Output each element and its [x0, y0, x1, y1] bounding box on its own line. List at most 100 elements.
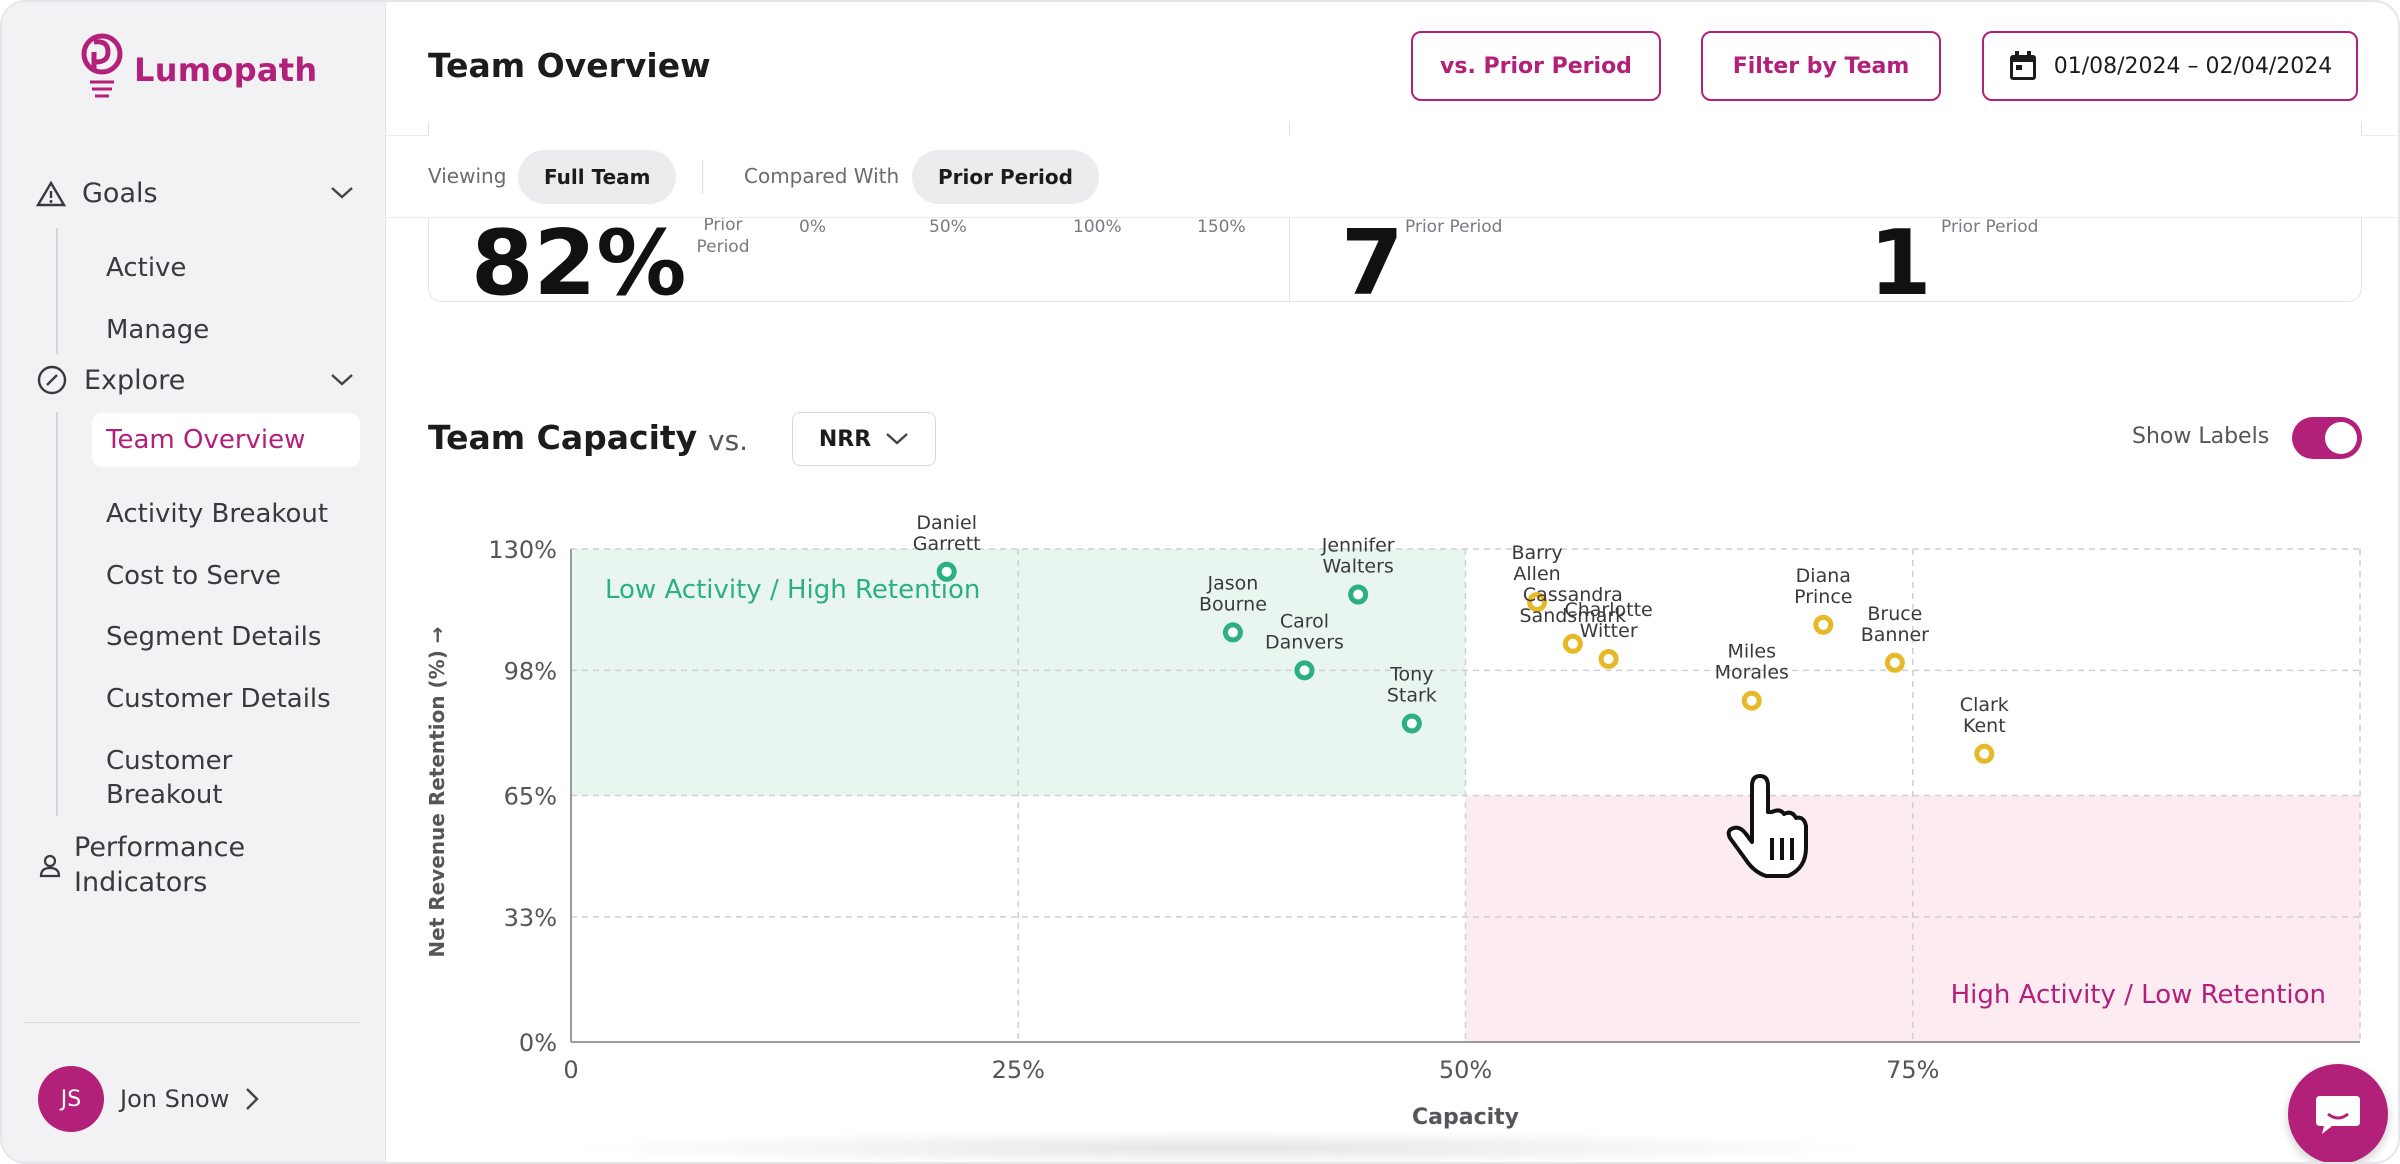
point-label-first: Bruce — [1867, 603, 1922, 625]
logo[interactable]: Lumopath — [80, 30, 317, 110]
user-menu[interactable]: JS Jon Snow — [38, 1066, 260, 1132]
comparison-bar: Viewing Full Team Compared With Prior Pe… — [386, 136, 2398, 218]
y-tick-label: 33% — [504, 904, 557, 932]
nav-section-label: Performance Indicators — [74, 832, 246, 898]
compared-with-pill[interactable]: Prior Period — [912, 150, 1099, 204]
bulb-logo-icon — [81, 33, 123, 98]
point-label-last: Sandsmark — [1520, 605, 1627, 627]
card1-tick: 150% — [1197, 217, 1246, 237]
show-labels-toggle[interactable] — [2292, 417, 2362, 459]
nav-tree-line — [56, 412, 58, 816]
stat-value-clipped: 1 — [1869, 211, 1932, 316]
logo-text: Lumopath — [134, 51, 318, 89]
point-label-first: Cassandra — [1523, 584, 1623, 606]
stat-value-clipped: 7 — [1341, 211, 1404, 316]
date-range-button[interactable]: 01/08/2024 – 02/04/2024 — [1982, 31, 2358, 101]
scatter-point — [1741, 690, 1762, 711]
compass-icon — [37, 365, 67, 395]
quadrant-label: Low Activity / High Retention — [605, 575, 980, 605]
sidebar: Lumopath Goals Active Manage Explore Tea… — [2, 2, 386, 1162]
metric-select-value: NRR — [818, 426, 872, 452]
scatter-point — [1294, 660, 1315, 681]
scatter-point — [1598, 648, 1619, 669]
nav-section-performance[interactable]: Performance Indicators — [36, 830, 354, 900]
chevron-right-icon — [246, 1088, 260, 1110]
viewing-pill[interactable]: Full Team — [518, 150, 677, 204]
person-icon — [39, 854, 61, 878]
chat-launcher-button[interactable] — [2288, 1064, 2388, 1162]
user-name: Jon Snow — [120, 1085, 230, 1113]
point-label-first: Diana — [1796, 565, 1851, 587]
point-label-first: Miles — [1727, 641, 1776, 663]
y-tick-label: 0% — [519, 1029, 557, 1057]
point-label-first: Clark — [1960, 694, 2009, 716]
app-window: Lumopath Goals Active Manage Explore Tea… — [0, 0, 2400, 1164]
quadrant-high-activity-low-retention — [1465, 795, 2360, 1042]
chevron-down-icon — [330, 368, 354, 393]
point-label-last: Garrett — [913, 533, 981, 555]
card1-prior-label: Prior Period — [696, 215, 750, 257]
stat-value-clipped: 82% — [471, 211, 687, 316]
sidebar-divider — [24, 1022, 360, 1023]
calendar-icon — [2009, 51, 2036, 80]
metric-select[interactable]: NRR — [792, 412, 936, 466]
point-label-first: Carol — [1280, 610, 1329, 632]
point-label-first: Charlotte — [1564, 599, 1652, 621]
point-label-first: Barry — [1511, 542, 1562, 564]
chevron-down-icon — [330, 181, 354, 206]
nav-item-cost-to-serve[interactable]: Cost to Serve — [92, 549, 360, 603]
hand-cursor-icon — [1726, 774, 1808, 878]
avatar: JS — [38, 1066, 104, 1132]
y-axis-label: Net Revenue Retention (%) → — [425, 626, 449, 957]
point-label-last: Danvers — [1265, 631, 1344, 653]
vs-prior-period-button[interactable]: vs. Prior Period — [1411, 31, 1661, 101]
scatter-point — [936, 561, 957, 582]
point-label-first: Jason — [1207, 572, 1259, 594]
card1-tick: 100% — [1073, 217, 1122, 237]
nav-item-active[interactable]: Active — [92, 241, 360, 295]
x-tick-label: 0 — [563, 1056, 578, 1084]
point-label-last: Bourne — [1199, 593, 1267, 615]
nav-item-segment-details[interactable]: Segment Details — [92, 610, 360, 664]
point-label-last: Stark — [1387, 684, 1437, 706]
nav-item-team-overview[interactable]: Team Overview — [92, 413, 360, 467]
point-label-last: Walters — [1322, 556, 1393, 578]
scatter-point — [1527, 592, 1548, 613]
point-label-first: Daniel — [916, 512, 977, 534]
nav-section-explore[interactable]: Explore — [36, 364, 354, 396]
card2-prior-label: Prior Period — [1405, 217, 1503, 237]
nav-tree-line — [56, 228, 58, 354]
nav-section-label: Explore — [84, 364, 186, 396]
filter-by-team-button[interactable]: Filter by Team — [1701, 31, 1941, 101]
page-title: Team Overview — [428, 46, 711, 85]
x-tick-label: 25% — [992, 1056, 1045, 1084]
point-label-last: Allen — [1513, 563, 1560, 585]
toggle-knob — [2325, 422, 2357, 454]
team-capacity-title: Team Capacity — [428, 418, 698, 457]
nav-section-label: Goals — [82, 178, 158, 209]
scatter-point — [1401, 713, 1422, 734]
point-label-first: Jennifer — [1321, 535, 1395, 557]
viewing-label: Viewing — [428, 164, 507, 188]
quadrant-label: High Activity / Low Retention — [1951, 980, 2326, 1010]
nav-item-customer-breakout[interactable]: Customer Breakout — [92, 734, 292, 822]
nav-section-goals[interactable]: Goals — [36, 178, 354, 209]
nav-item-customer-details[interactable]: Customer Details — [92, 672, 360, 726]
date-range-text: 01/08/2024 – 02/04/2024 — [2053, 53, 2333, 79]
point-label-last: Witter — [1580, 620, 1638, 642]
nav-item-activity-breakout[interactable]: Activity Breakout — [92, 487, 360, 541]
scatter-point — [1884, 652, 1905, 673]
card1-tick: 50% — [929, 217, 967, 237]
scatter-point — [1813, 614, 1834, 635]
point-label-last: Morales — [1715, 662, 1789, 684]
nav-item-manage[interactable]: Manage — [92, 303, 360, 357]
chevron-down-icon — [886, 433, 908, 445]
x-tick-label: 50% — [1439, 1056, 1492, 1084]
y-tick-label: 65% — [504, 783, 557, 811]
x-tick-label: 75% — [1886, 1056, 1939, 1084]
point-label-last: Prince — [1794, 586, 1852, 608]
scatter-point — [1222, 622, 1243, 643]
point-label-last: Kent — [1963, 715, 2006, 737]
card1-tick: 0% — [799, 217, 826, 237]
warning-triangle-icon — [36, 180, 66, 206]
